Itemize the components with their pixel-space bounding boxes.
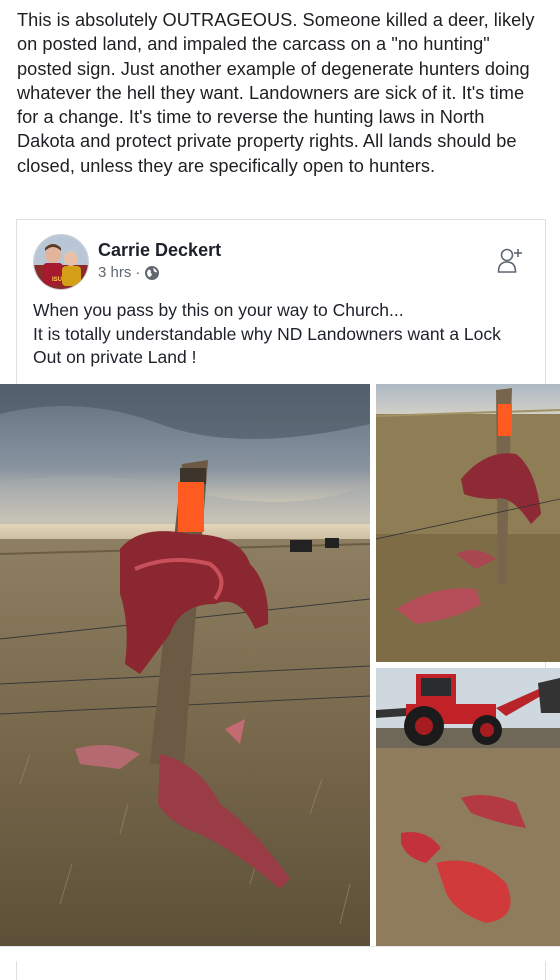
post-meta: 3 hrs · [98,264,160,281]
author-avatar[interactable]: ISU [33,234,89,290]
post-time[interactable]: 3 hrs [98,264,131,281]
svg-text:ISU: ISU [52,277,62,283]
shared-text-line-2: It is totally understandable why ND Land… [33,323,501,368]
meta-separator: · [135,264,141,281]
author-name[interactable]: Carrie Deckert [98,240,221,261]
shared-post-text: When you pass by this on your way to Chu… [33,299,523,370]
bottom-divider [0,946,560,961]
globe-icon[interactable] [144,265,160,281]
post-body-text: This is absolutely OUTRAGEOUS. Someone k… [17,10,535,176]
red-tractor-field-photo[interactable] [376,668,560,946]
deer-carcass-on-post-photo[interactable] [0,384,370,946]
shared-text-line-1: When you pass by this on your way to Chu… [33,300,404,320]
carcass-on-post-closeup-photo[interactable] [376,384,560,662]
add-friend-icon[interactable] [497,246,523,274]
